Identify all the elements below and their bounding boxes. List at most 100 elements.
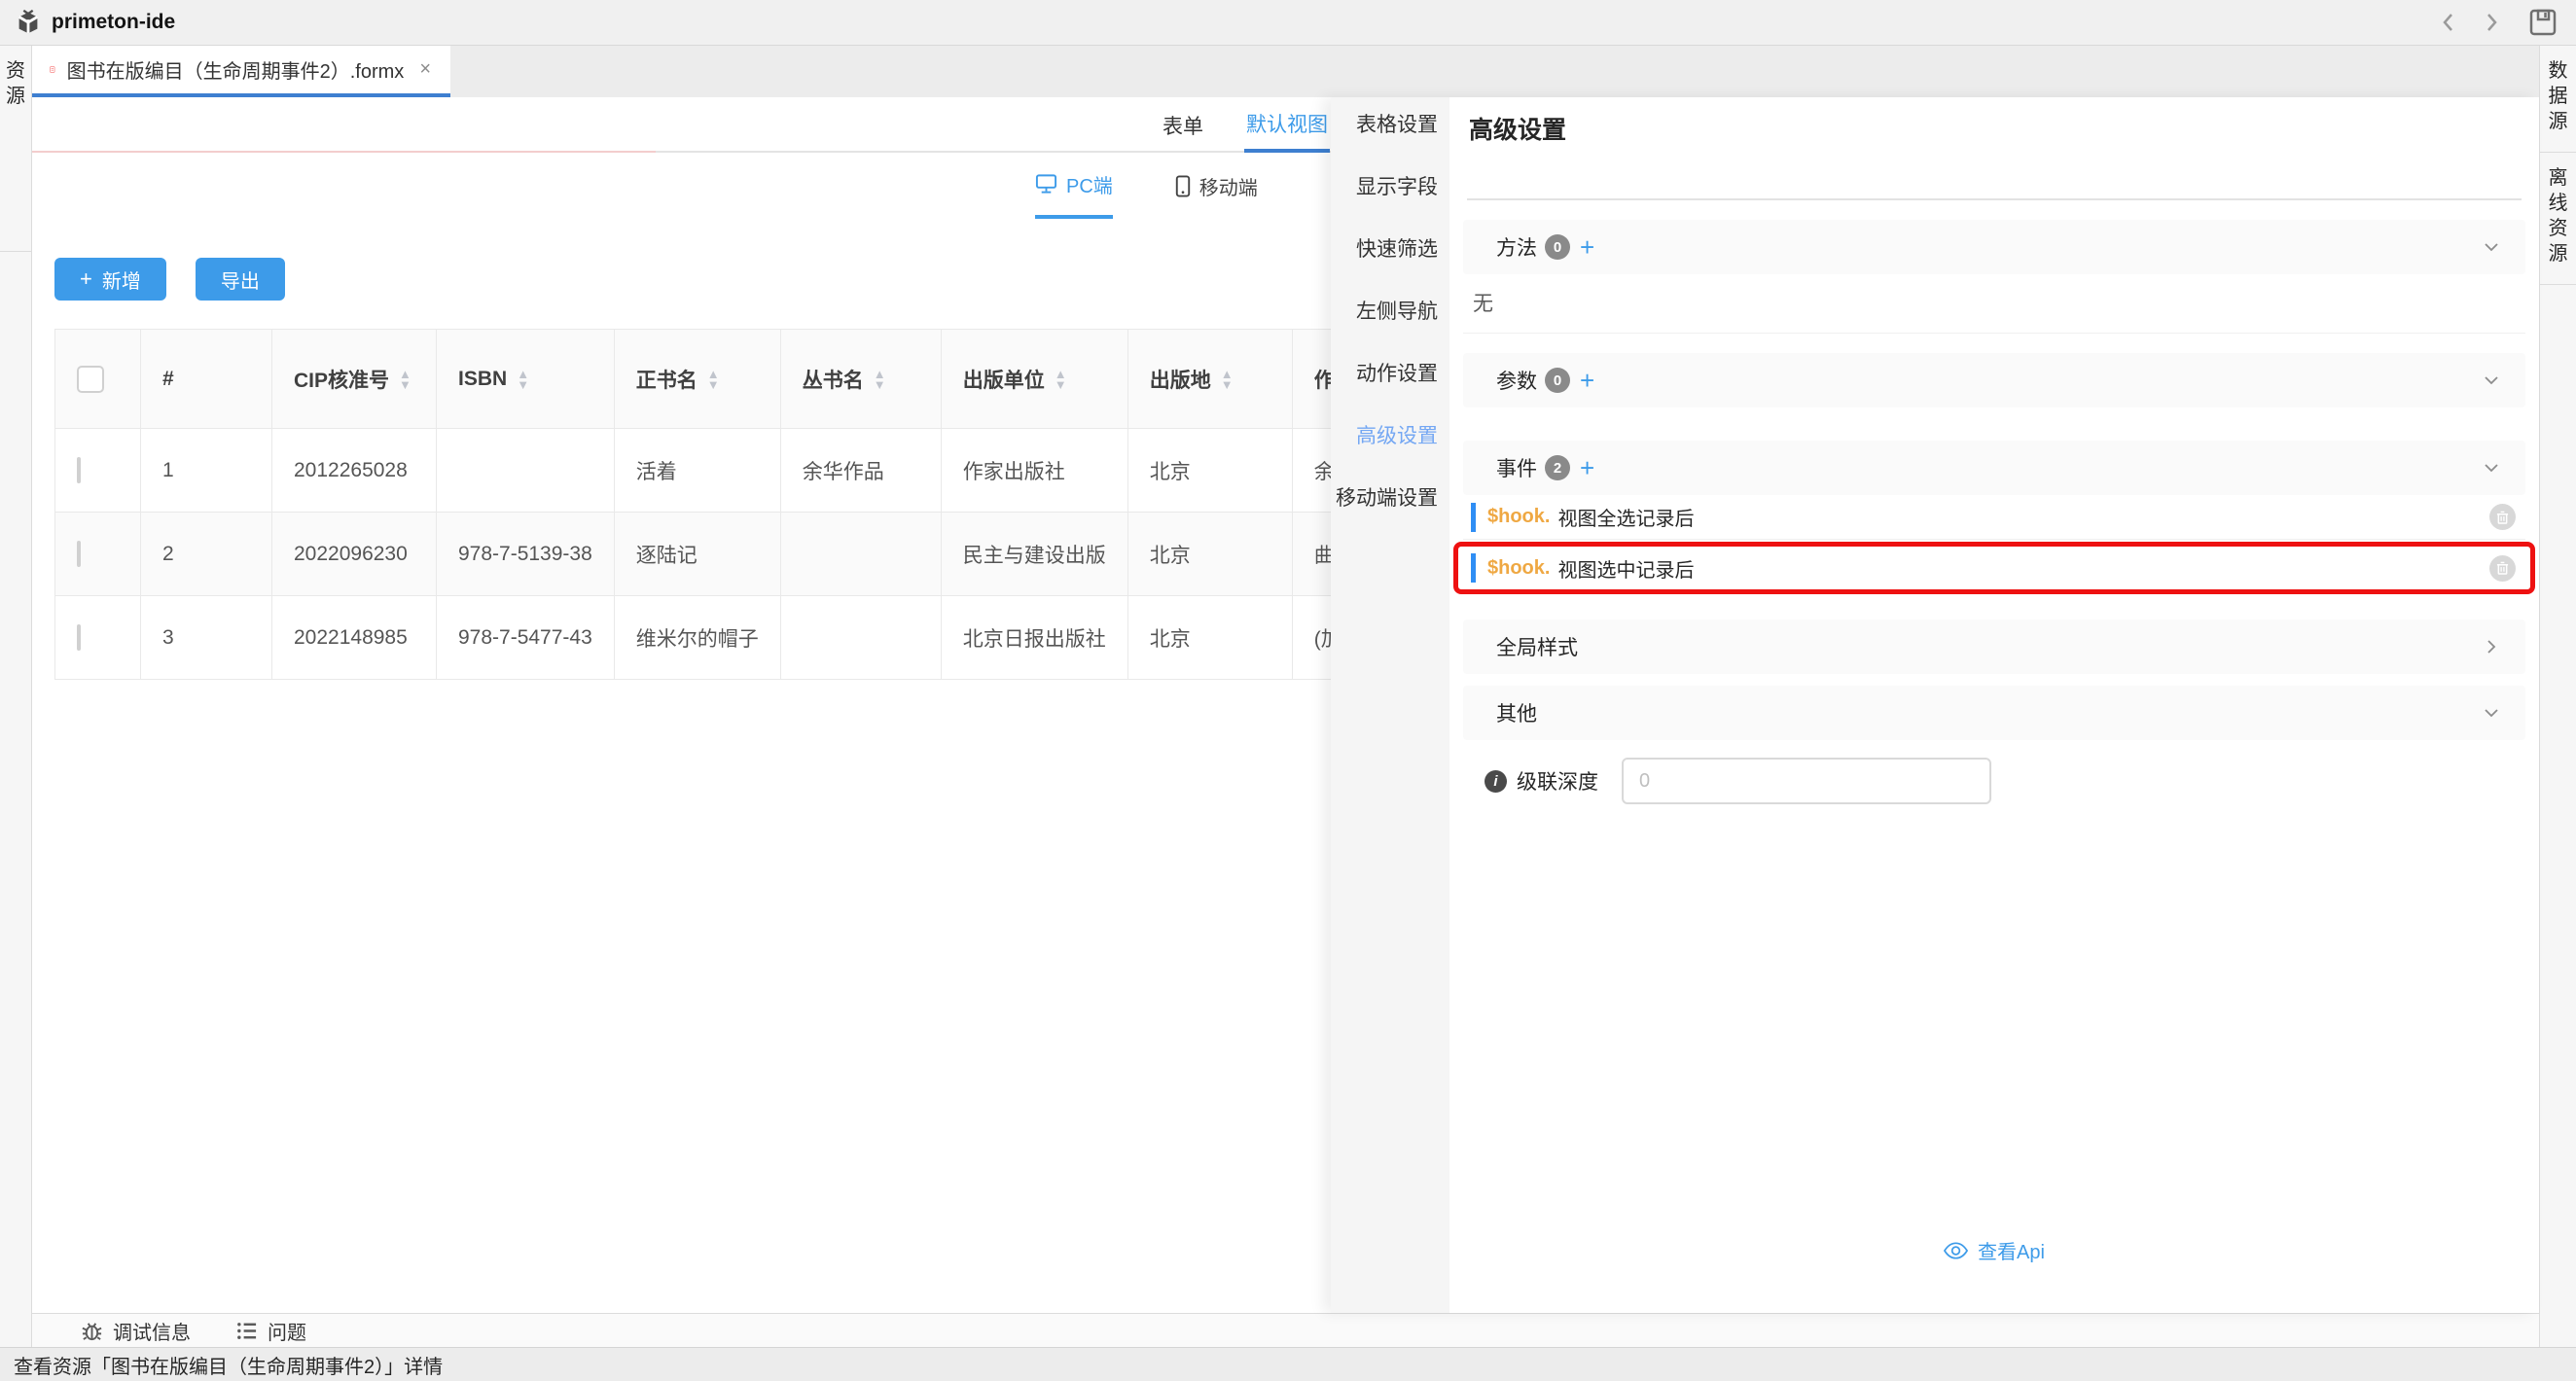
hook-row[interactable]: $hook.视图选中记录后 xyxy=(1463,547,2525,589)
history-back-icon[interactable] xyxy=(2432,6,2465,39)
table-cell: 余华作品 xyxy=(780,429,941,513)
title-bar: primeton-ide xyxy=(0,0,2576,46)
sort-carets-icon[interactable]: ▲▼ xyxy=(517,369,529,390)
device-tab-移动端[interactable]: 移动端 xyxy=(1175,153,1258,219)
column-label: 出版单位 xyxy=(963,365,1045,394)
row-checkbox[interactable] xyxy=(77,624,81,651)
sort-carets-icon[interactable]: ▲▼ xyxy=(399,369,411,390)
settings-nav-item-显示字段[interactable]: 显示字段 xyxy=(1331,174,1449,201)
add-method-icon[interactable]: + xyxy=(1580,232,1594,263)
right-rail-item-数据源[interactable]: 数据源 xyxy=(2540,46,2576,153)
sort-desc-icon[interactable]: ▼ xyxy=(1221,379,1234,390)
section-global-style[interactable]: 全局样式 xyxy=(1463,620,2525,674)
column-label: CIP核准号 xyxy=(294,365,389,394)
sort-carets-icon[interactable]: ▲▼ xyxy=(874,369,886,390)
section-events[interactable]: 事件 2 + xyxy=(1463,441,2525,495)
chevron-down-icon[interactable] xyxy=(2481,236,2502,258)
add-event-icon[interactable]: + xyxy=(1580,453,1594,483)
view-tab-表单[interactable]: 表单 xyxy=(1161,97,1205,153)
info-icon: i xyxy=(1485,770,1507,793)
chevron-down-icon[interactable] xyxy=(2481,457,2502,478)
chevron-right-icon[interactable] xyxy=(2481,636,2502,657)
sort-carets-icon[interactable]: ▲▼ xyxy=(1055,369,1067,390)
delete-hook-icon[interactable] xyxy=(2489,504,2516,530)
document-tab[interactable]: 图书在版编目（生命周期事件2）.formx × xyxy=(32,46,450,97)
close-tab-icon[interactable]: × xyxy=(419,58,431,81)
sort-desc-icon[interactable]: ▼ xyxy=(874,379,886,390)
methods-empty-text: 无 xyxy=(1463,274,2525,334)
chevron-down-icon[interactable] xyxy=(2481,370,2502,391)
settings-nav-item-高级设置[interactable]: 高级设置 xyxy=(1331,423,1449,450)
settings-nav-item-快速筛选[interactable]: 快速筛选 xyxy=(1331,236,1449,264)
sort-desc-icon[interactable]: ▼ xyxy=(707,379,720,390)
header-cell-content: CIP核准号 ▲▼ xyxy=(294,365,414,394)
sort-carets-icon[interactable]: ▲▼ xyxy=(707,369,720,390)
form-header-placeholder xyxy=(32,97,656,153)
table-cell xyxy=(780,596,941,680)
column-header-出版单位: 出版单位 ▲▼ xyxy=(941,330,1127,429)
header-cell-content: 出版地 ▲▼ xyxy=(1150,365,1270,394)
settings-nav-item-左侧导航[interactable]: 左侧导航 xyxy=(1331,299,1449,326)
table-cell: 作家出版社 xyxy=(941,429,1127,513)
table-cell: 2022148985 xyxy=(272,596,437,680)
sort-desc-icon[interactable]: ▼ xyxy=(1055,379,1067,390)
chevron-down-icon[interactable] xyxy=(2481,702,2502,724)
sort-desc-icon[interactable]: ▼ xyxy=(399,379,411,390)
row-select-cell xyxy=(55,596,141,680)
cascade-depth-input[interactable] xyxy=(1622,758,1991,804)
phone-icon xyxy=(1175,175,1191,197)
problems-tab[interactable]: 问题 xyxy=(235,1317,306,1345)
hook-label: 视图选中记录后 xyxy=(1557,554,1694,583)
hook-prefix: $hook. xyxy=(1487,506,1550,528)
annotation-highlight-box: $hook.视图选中记录后 xyxy=(1453,542,2535,594)
debug-info-tab[interactable]: 调试信息 xyxy=(81,1317,191,1345)
add-button[interactable]: + 新增 xyxy=(54,258,166,301)
view-tab-默认视图[interactable]: 默认视图 xyxy=(1244,97,1330,153)
hook-row[interactable]: $hook. 视图全选记录后 xyxy=(1463,495,2525,540)
column-label: 出版地 xyxy=(1150,365,1211,394)
records-table: #CIP核准号▲▼ISBN▲▼正书名▲▼丛书名▲▼出版单位▲▼出版地▲▼作者 1… xyxy=(54,329,1526,680)
header-cell-content: ISBN ▲▼ xyxy=(458,368,592,391)
column-header-#: # xyxy=(141,330,272,429)
document-tab-title: 图书在版编目（生命周期事件2）.formx xyxy=(67,55,405,84)
cascade-depth-label: 级联深度 xyxy=(1517,766,1598,796)
column-header-ISBN: ISBN ▲▼ xyxy=(437,330,615,429)
view-tabs: 表单默认视图 xyxy=(1161,97,1330,153)
export-button-label: 导出 xyxy=(221,266,260,294)
section-params[interactable]: 参数 0 + xyxy=(1463,353,2525,407)
row-checkbox[interactable] xyxy=(77,457,81,483)
settings-nav-item-移动端设置[interactable]: 移动端设置 xyxy=(1331,485,1449,513)
events-count-badge: 2 xyxy=(1545,455,1570,480)
column-label: 正书名 xyxy=(636,365,698,394)
hook-label: 视图全选记录后 xyxy=(1557,503,1694,531)
header-cell-content: 正书名 ▲▼ xyxy=(636,365,759,394)
section-methods[interactable]: 方法 0 + xyxy=(1463,220,2525,274)
status-bar: 查看资源「图书在版编目（生命周期事件2）」详情 xyxy=(0,1347,2576,1381)
hook-accent-bar xyxy=(1471,503,1476,532)
row-checkbox[interactable] xyxy=(77,541,81,567)
section-other[interactable]: 其他 xyxy=(1463,686,2525,740)
table-cell: 2022096230 xyxy=(272,513,437,596)
select-all-header-cell xyxy=(55,330,141,429)
header-cell-content: 出版单位 ▲▼ xyxy=(963,365,1106,394)
settings-nav-item-表格设置[interactable]: 表格设置 xyxy=(1331,112,1449,139)
add-param-icon[interactable]: + xyxy=(1580,366,1594,396)
delete-hook-icon[interactable] xyxy=(2489,555,2516,582)
left-rail: 资源 xyxy=(0,46,32,1347)
select-all-checkbox[interactable] xyxy=(77,366,104,393)
table-header-row: #CIP核准号▲▼ISBN▲▼正书名▲▼丛书名▲▼出版单位▲▼出版地▲▼作者 xyxy=(55,330,1526,429)
column-label: ISBN xyxy=(458,368,507,391)
methods-label: 方法 xyxy=(1496,232,1537,262)
settings-main: 高级设置 方法 0 + 无 参数 0 + xyxy=(1449,97,2539,1313)
history-forward-icon[interactable] xyxy=(2475,6,2508,39)
save-icon[interactable] xyxy=(2523,3,2562,42)
settings-nav-item-动作设置[interactable]: 动作设置 xyxy=(1331,361,1449,388)
app-logo-icon xyxy=(14,8,43,37)
sort-carets-icon[interactable]: ▲▼ xyxy=(1221,369,1234,390)
export-button[interactable]: 导出 xyxy=(196,258,285,301)
sort-desc-icon[interactable]: ▼ xyxy=(517,379,529,390)
right-rail-item-离线资源[interactable]: 离线资源 xyxy=(2540,153,2576,285)
device-tab-PC端[interactable]: PC端 xyxy=(1035,153,1113,219)
view-api-link[interactable]: 查看Api xyxy=(1944,1236,2045,1264)
left-rail-item-资源[interactable]: 资源 xyxy=(0,46,31,252)
